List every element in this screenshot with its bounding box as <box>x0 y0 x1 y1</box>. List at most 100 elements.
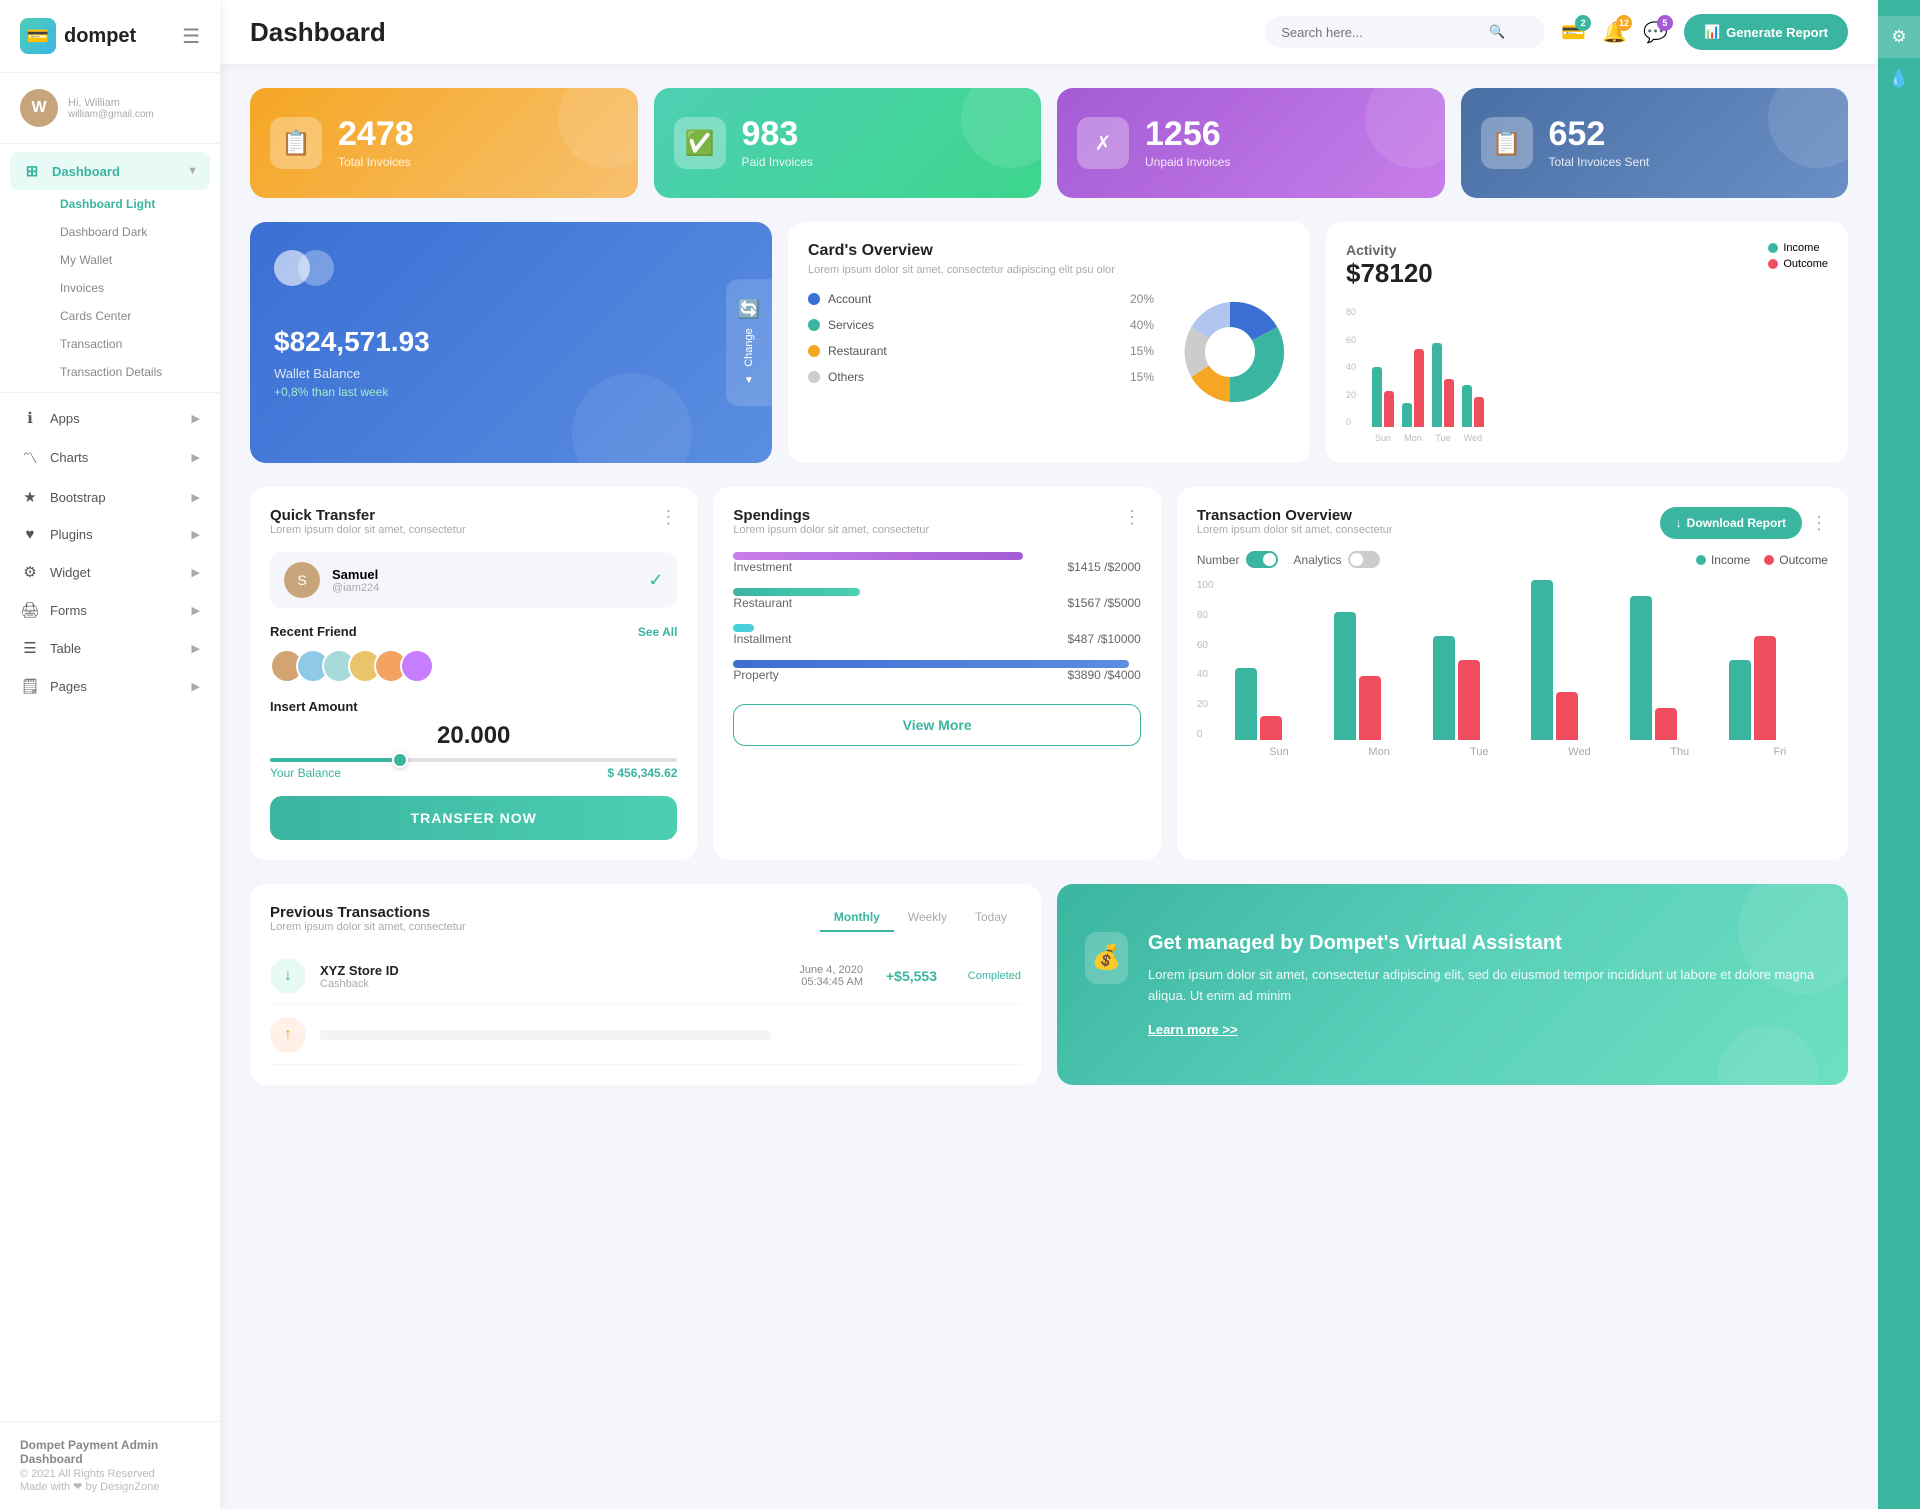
main-content: Dashboard 🔍 💳 2 🔔 12 💬 5 📊 Generate Repo… <box>220 0 1878 1509</box>
bootstrap-icon: ★ <box>20 488 40 506</box>
big-bar-thu <box>1630 596 1725 740</box>
txn-details: XYZ Store ID Cashback <box>320 963 399 990</box>
assistant-icon: 💰 <box>1085 932 1128 984</box>
generate-report-button[interactable]: 📊 Generate Report <box>1684 14 1848 50</box>
search-icon: 🔍 <box>1489 24 1505 40</box>
total-invoices-number: 2478 <box>338 117 414 151</box>
search-box[interactable]: 🔍 <box>1265 16 1545 48</box>
download-report-button[interactable]: ↓ Download Report <box>1660 507 1802 539</box>
chevron-right-icon5: ▶ <box>192 566 200 579</box>
hamburger-menu[interactable]: ☰ <box>182 24 200 49</box>
sidebar-item-dashboard-light[interactable]: Dashboard Light <box>40 190 220 218</box>
total-invoices-icon: 📋 <box>270 117 322 169</box>
cards-overview-subtitle: Lorem ipsum dolor sit amet, consectetur … <box>808 264 1290 276</box>
plugins-icon: ♥ <box>20 526 40 543</box>
big-x-thu: Thu <box>1632 746 1728 758</box>
logo-text: dompet <box>64 25 136 48</box>
table-icon: ☰ <box>20 639 40 657</box>
learn-more-link[interactable]: Learn more >> <box>1148 1022 1238 1037</box>
wallet-card: $824,571.93 Wallet Balance +0,8% than la… <box>250 222 772 463</box>
installment-amount: $487 /$10000 <box>1067 632 1140 646</box>
txn-overview-menu[interactable]: ⋮ <box>1810 513 1828 534</box>
transfer-user-name: Samuel <box>332 567 379 582</box>
quick-transfer-subtitle: Lorem ipsum dolor sit amet, consectetur <box>270 524 466 536</box>
sidebar-item-pages[interactable]: 🗒 Pages ▶ <box>0 667 220 705</box>
generate-label: Generate Report <box>1726 25 1828 40</box>
bar-sun-outcome <box>1384 391 1394 427</box>
sidebar-item-charts[interactable]: 〽 Charts ▶ <box>0 437 220 478</box>
sidebar-item-plugins[interactable]: ♥ Plugins ▶ <box>0 516 220 553</box>
bar-mon <box>1402 349 1424 427</box>
sidebar-item-transaction-details[interactable]: Transaction Details <box>40 358 220 386</box>
see-all-link[interactable]: See All <box>638 625 678 639</box>
tab-monthly[interactable]: Monthly <box>820 904 894 932</box>
tab-weekly[interactable]: Weekly <box>894 904 961 932</box>
sidebar-item-apps[interactable]: ℹ Apps ▶ <box>0 399 220 437</box>
property-label: Property <box>733 668 778 682</box>
number-toggle[interactable] <box>1246 551 1278 568</box>
check-icon: ✓ <box>648 570 663 591</box>
generate-icon: 📊 <box>1704 24 1720 40</box>
sidebar-item-cards-center[interactable]: Cards Center <box>40 302 220 330</box>
sidebar-item-widget[interactable]: ⚙ Widget ▶ <box>0 553 220 591</box>
bar-tue-income <box>1432 343 1442 427</box>
big-bar-thu-outcome <box>1655 708 1677 740</box>
chevron-down-icon: ▼ <box>187 165 198 177</box>
analytics-toggle[interactable] <box>1348 551 1380 568</box>
transfer-user-info: Samuel @iam224 <box>332 567 379 594</box>
droplet-icon[interactable]: 💧 <box>1878 58 1920 100</box>
spendings-menu[interactable]: ⋮ <box>1123 507 1141 528</box>
big-bar-fri-outcome <box>1754 636 1776 740</box>
sidebar-item-dashboard[interactable]: ⊞ Dashboard ▼ <box>10 152 210 190</box>
chevron-down-small: ▼ <box>738 375 760 386</box>
amount-slider[interactable] <box>270 758 677 762</box>
assistant-card: 💰 Get managed by Dompet's Virtual Assist… <box>1057 884 1848 1085</box>
transfer-now-button[interactable]: TRANSFER NOW <box>270 796 677 840</box>
chevron-right-icon3: ▶ <box>192 491 200 504</box>
txn-placeholder-bar <box>320 1030 771 1040</box>
big-bar-fri-income <box>1729 660 1751 740</box>
sidebar-item-invoices[interactable]: Invoices <box>40 274 220 302</box>
bell-notification[interactable]: 🔔 12 <box>1602 20 1627 45</box>
activity-legend: Income Outcome <box>1768 242 1828 270</box>
sidebar-item-transaction[interactable]: Transaction <box>40 330 220 358</box>
spending-restaurant: Restaurant $1567 /$5000 <box>733 588 1140 610</box>
sidebar-item-bootstrap[interactable]: ★ Bootstrap ▶ <box>0 478 220 516</box>
settings-icon[interactable]: ⚙ <box>1878 16 1920 58</box>
view-more-button[interactable]: View More <box>733 704 1140 746</box>
overview-pct-services: 40% <box>1130 318 1154 332</box>
txn-y-axis: 020406080100 <box>1197 580 1227 740</box>
sidebar-item-my-wallet[interactable]: My Wallet <box>40 246 220 274</box>
txn-status: Completed <box>951 970 1021 982</box>
paid-invoices-icon: ✅ <box>674 117 726 169</box>
legend-outcome: Outcome <box>1768 258 1828 270</box>
wallet-notification[interactable]: 💳 2 <box>1561 20 1586 45</box>
big-bar-fri <box>1729 636 1824 740</box>
tab-today[interactable]: Today <box>961 904 1021 932</box>
assistant-desc: Lorem ipsum dolor sit amet, consectetur … <box>1148 965 1820 1007</box>
restaurant-amount: $1567 /$5000 <box>1067 596 1140 610</box>
apps-icon: ℹ <box>20 409 40 427</box>
property-amount: $3890 /$4000 <box>1067 668 1140 682</box>
transaction-bar-chart: 020406080100 <box>1197 580 1828 758</box>
sidebar-item-bootstrap-label: Bootstrap <box>50 490 106 505</box>
sidebar-item-forms[interactable]: 🖨 Forms ▶ <box>0 591 220 629</box>
stat-card-total-invoices: 📋 2478 Total Invoices <box>250 88 638 198</box>
friend-avatar-6[interactable] <box>400 649 434 683</box>
unpaid-invoices-label: Unpaid Invoices <box>1145 155 1230 169</box>
sent-invoices-number: 652 <box>1549 117 1650 151</box>
sidebar-item-table[interactable]: ☰ Table ▶ <box>0 629 220 667</box>
dashboard-icon: ⊞ <box>22 162 42 180</box>
spendings-header: Spendings Lorem ipsum dolor sit amet, co… <box>733 507 1140 536</box>
x-label-sun: Sun <box>1372 433 1394 443</box>
big-x-wed: Wed <box>1531 746 1627 758</box>
chat-notification[interactable]: 💬 5 <box>1643 20 1668 45</box>
analytics-label: Analytics <box>1294 553 1342 567</box>
quick-transfer-menu[interactable]: ⋮ <box>659 507 677 528</box>
search-input[interactable] <box>1281 25 1481 40</box>
card-chip <box>274 250 748 286</box>
change-button[interactable]: 🔄 Change ▼ <box>726 279 772 407</box>
card-bg-circle3 <box>1365 88 1445 168</box>
sidebar-item-dashboard-dark[interactable]: Dashboard Dark <box>40 218 220 246</box>
header: Dashboard 🔍 💳 2 🔔 12 💬 5 📊 Generate Repo… <box>220 0 1878 64</box>
